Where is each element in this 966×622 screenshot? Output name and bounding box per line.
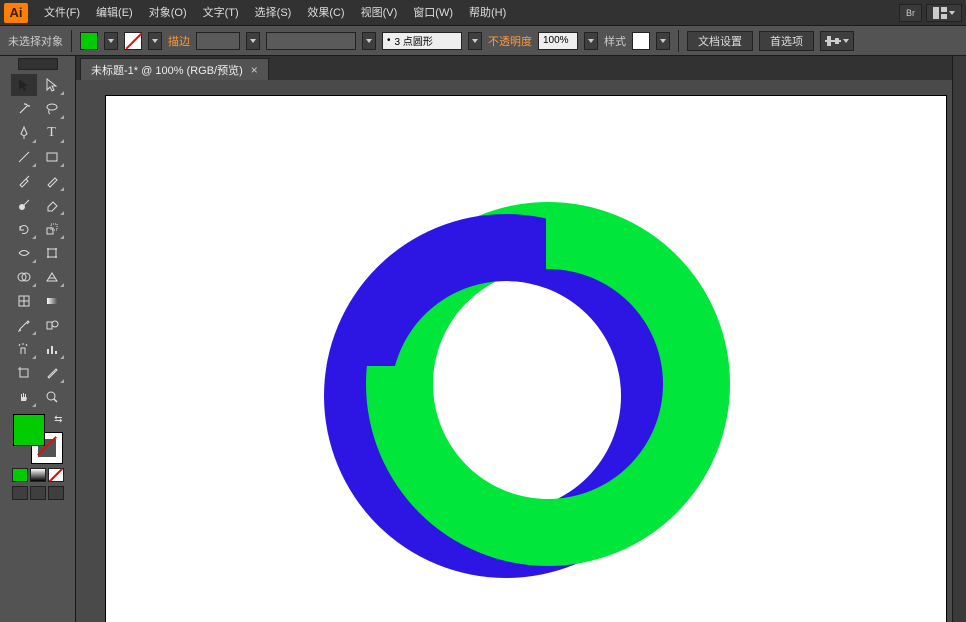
- tool-line[interactable]: [11, 146, 37, 168]
- menu-select[interactable]: 选择(S): [247, 0, 300, 26]
- draw-inside-button[interactable]: [48, 486, 64, 500]
- menu-view[interactable]: 视图(V): [353, 0, 406, 26]
- menu-bar: Ai 文件(F) 编辑(E) 对象(O) 文字(T) 选择(S) 效果(C) 视…: [0, 0, 966, 26]
- preferences-button[interactable]: 首选项: [759, 31, 814, 51]
- fill-stroke-indicator[interactable]: ⇆: [13, 414, 63, 464]
- tool-eraser[interactable]: [39, 194, 65, 216]
- stroke-dropdown[interactable]: [148, 32, 162, 50]
- menu-window[interactable]: 窗口(W): [405, 0, 461, 26]
- tool-blend[interactable]: [39, 314, 65, 336]
- draw-behind-button[interactable]: [30, 486, 46, 500]
- tool-scale[interactable]: [39, 218, 65, 240]
- draw-normal-button[interactable]: [12, 486, 28, 500]
- artwork-rings[interactable]: [316, 186, 776, 622]
- color-mode-gradient[interactable]: [30, 468, 46, 482]
- menu-help[interactable]: 帮助(H): [461, 0, 514, 26]
- canvas-viewport[interactable]: [76, 80, 952, 622]
- color-mode-none[interactable]: [48, 468, 64, 482]
- tool-gradient[interactable]: [39, 290, 65, 312]
- tool-selection[interactable]: [11, 74, 37, 96]
- tool-zoom[interactable]: [39, 386, 65, 408]
- fill-dropdown[interactable]: [104, 32, 118, 50]
- tool-artboard[interactable]: [11, 362, 37, 384]
- tool-free-transform[interactable]: [39, 242, 65, 264]
- tool-pencil[interactable]: [39, 170, 65, 192]
- tool-eyedropper[interactable]: [11, 314, 37, 336]
- brush-def-dropdown[interactable]: [468, 32, 482, 50]
- panel-dock-strip[interactable]: [952, 56, 966, 622]
- artboard[interactable]: [106, 96, 946, 622]
- document-tab[interactable]: 未标题-1* @ 100% (RGB/预览) ×: [80, 58, 269, 80]
- tools-panel-grip[interactable]: [18, 58, 58, 70]
- document-tab-bar: 未标题-1* @ 100% (RGB/预览) ×: [76, 56, 952, 80]
- tool-perspective[interactable]: [39, 266, 65, 288]
- menu-edit[interactable]: 编辑(E): [88, 0, 141, 26]
- tool-width[interactable]: [11, 242, 37, 264]
- opacity-dropdown[interactable]: [584, 32, 598, 50]
- tool-symbol-sprayer[interactable]: [11, 338, 37, 360]
- menu-type[interactable]: 文字(T): [195, 0, 247, 26]
- style-swatch[interactable]: [632, 32, 650, 50]
- style-label: 样式: [604, 33, 626, 49]
- tool-pen[interactable]: [11, 122, 37, 144]
- app-logo: Ai: [4, 3, 28, 23]
- fill-color-box[interactable]: [13, 414, 45, 446]
- tool-rotate[interactable]: [11, 218, 37, 240]
- stroke-weight-field[interactable]: [196, 32, 240, 50]
- tools-panel: T ⇆: [0, 56, 76, 622]
- stroke-weight-dropdown[interactable]: [246, 32, 260, 50]
- tool-column-graph[interactable]: [39, 338, 65, 360]
- selection-state: 未选择对象: [8, 33, 63, 49]
- style-dropdown[interactable]: [656, 32, 670, 50]
- stroke-profile-dropdown[interactable]: [362, 32, 376, 50]
- bridge-button[interactable]: Br: [899, 4, 922, 22]
- stroke-profile-field[interactable]: [266, 32, 356, 50]
- arrange-docs-button[interactable]: [926, 4, 962, 22]
- fill-swatch[interactable]: [80, 32, 98, 50]
- document-tab-title: 未标题-1* @ 100% (RGB/预览): [91, 62, 243, 78]
- color-mode-row: [12, 468, 64, 482]
- tool-paintbrush[interactable]: [11, 170, 37, 192]
- stroke-label: 描边: [168, 33, 190, 49]
- tool-hand[interactable]: [11, 386, 37, 408]
- menu-effect[interactable]: 效果(C): [299, 0, 352, 26]
- menu-file[interactable]: 文件(F): [36, 0, 88, 26]
- tool-mesh[interactable]: [11, 290, 37, 312]
- tool-magic-wand[interactable]: [11, 98, 37, 120]
- menu-object[interactable]: 对象(O): [141, 0, 195, 26]
- opacity-field[interactable]: 100%: [538, 32, 578, 50]
- tool-rectangle[interactable]: [39, 146, 65, 168]
- tool-slice[interactable]: [39, 362, 65, 384]
- screen-mode-row: [12, 486, 64, 500]
- options-bar: 未选择对象 描边 •3 点圆形 不透明度 100% 样式 文档设置 首选项: [0, 26, 966, 56]
- align-panel-button[interactable]: [820, 31, 854, 51]
- close-icon[interactable]: ×: [251, 63, 258, 77]
- opacity-label: 不透明度: [488, 33, 532, 49]
- tool-blob-brush[interactable]: [11, 194, 37, 216]
- tool-type[interactable]: T: [39, 122, 65, 144]
- tool-lasso[interactable]: [39, 98, 65, 120]
- doc-setup-button[interactable]: 文档设置: [687, 31, 753, 51]
- stroke-swatch[interactable]: [124, 32, 142, 50]
- color-mode-solid[interactable]: [12, 468, 28, 482]
- tool-direct-selection[interactable]: [39, 74, 65, 96]
- tool-shape-builder[interactable]: [11, 266, 37, 288]
- swap-fill-stroke-icon[interactable]: ⇆: [54, 414, 62, 425]
- brush-def-field[interactable]: •3 点圆形: [382, 32, 462, 50]
